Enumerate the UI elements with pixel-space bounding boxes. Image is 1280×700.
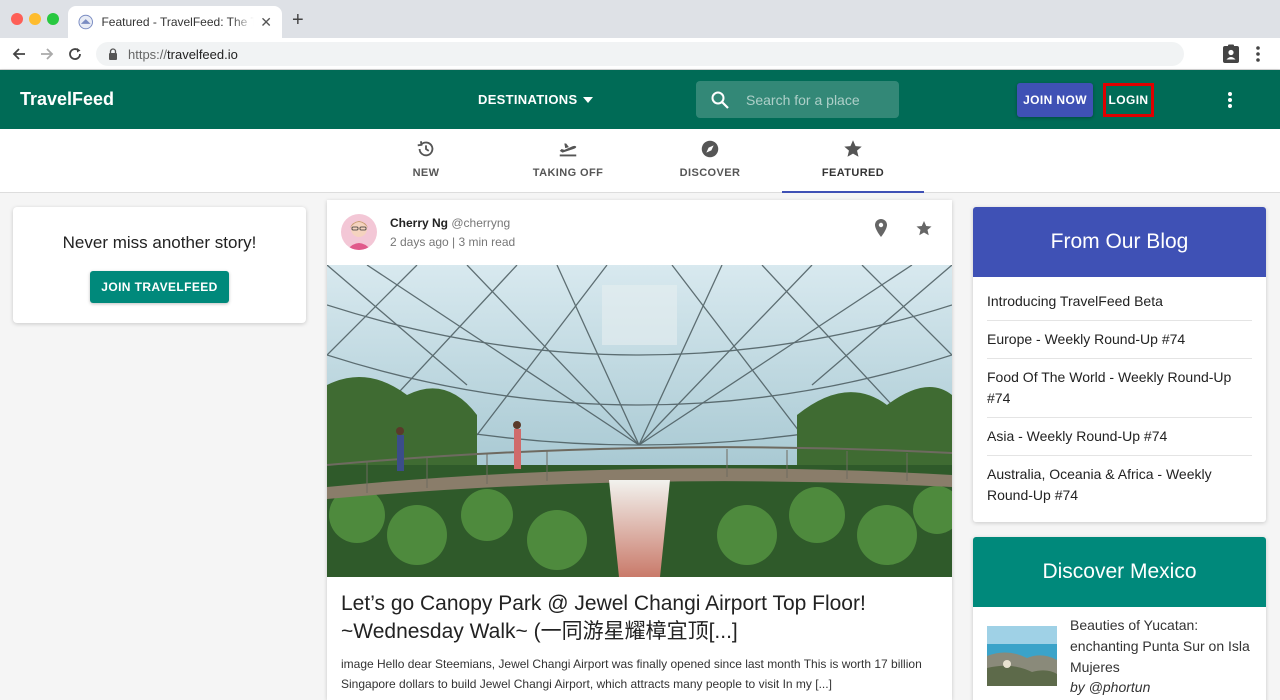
browser-tab-title: Featured - TravelFeed: The Travel Commun… [101,15,255,29]
url-protocol: https:// [128,46,168,62]
reload-icon[interactable] [65,44,85,64]
url-host: travelfeed.io [167,46,238,62]
signup-title: Never miss another story! [62,233,257,252]
login-button[interactable]: LOGIN [1103,83,1154,117]
blog-header: From Our Blog [973,207,1266,277]
post-title[interactable]: Let’s go Canopy Park @ Jewel Changi Airp… [341,590,941,646]
destinations-menu[interactable]: DESTINATIONS [478,92,594,107]
window-close-button[interactable] [11,13,23,25]
history-icon [417,141,434,157]
discover-post-title[interactable]: Beauties of Yucatan: enchanting Punta Su… [1070,615,1250,678]
tab-label: NEW [412,167,440,179]
tab-discover[interactable]: DISCOVER [639,129,781,193]
browser-tab[interactable]: Featured - TravelFeed: The Travel Commun… [68,6,282,38]
author-name: Cherry Ng [390,216,449,230]
blog-list: Introducing TravelFeed Beta Europe - Wee… [973,277,1266,514]
avatar[interactable] [341,214,377,250]
caret-down-icon [583,96,594,103]
star-icon [844,140,862,157]
url-bar[interactable]: https:// travelfeed.io [96,42,1184,66]
search-box[interactable] [696,81,899,118]
join-now-button[interactable]: JOIN NOW [1017,83,1093,117]
destinations-label: DESTINATIONS [478,92,578,107]
signup-card: Never miss another story! JOIN TRAVELFEE… [13,207,306,323]
post-meta: 2 days ago | 3 min read [390,235,516,249]
tab-taking-off[interactable]: TAKING OFF [497,129,639,193]
search-icon [711,91,729,109]
new-tab-button[interactable]: + [292,10,304,30]
discover-card: Discover Mexico Beauties of Yucatan: enc… [973,537,1266,700]
window-minimize-button[interactable] [29,13,41,25]
discover-thumbnail[interactable] [987,626,1057,686]
blog-card: From Our Blog Introducing TravelFeed Bet… [973,207,1266,522]
browser-menu-icon[interactable] [1254,44,1262,64]
tab-new[interactable]: NEW [355,129,497,193]
lock-icon [109,48,117,60]
tab-featured[interactable]: FEATURED [782,129,924,193]
forward-arrow-icon[interactable] [37,44,57,64]
post-author[interactable]: Cherry Ng @cherryng [390,216,510,230]
post-excerpt: image Hello dear Steemians, Jewel Changi… [341,657,922,691]
blog-item[interactable]: Australia, Oceania & Africa - Weekly Rou… [987,456,1252,514]
travelfeed-favicon-icon [78,14,93,30]
post-card: Cherry Ng @cherryng 2 days ago | 3 min r… [327,200,952,700]
contact-badge-icon[interactable] [1222,44,1240,64]
join-travelfeed-button[interactable]: JOIN TRAVELFEED [90,271,229,303]
search-input[interactable] [746,91,886,108]
blog-item[interactable]: Food Of The World - Weekly Round-Up #74 [987,359,1252,418]
close-icon[interactable]: ✕ [260,14,272,31]
tab-label: DISCOVER [679,167,741,179]
tab-label: TAKING OFF [532,167,604,179]
post-image[interactable] [327,265,952,577]
discover-post-author[interactable]: by @phortun [1070,679,1150,695]
more-vert-icon[interactable] [1226,90,1234,110]
brand-logo[interactable]: TravelFeed [20,89,114,110]
back-arrow-icon[interactable] [9,44,29,64]
flight-takeoff-icon [559,143,577,157]
feed-tabs: NEW TAKING OFF DISCOVER FEATURED [0,129,1280,193]
discover-header: Discover Mexico [973,537,1266,607]
star-icon[interactable] [914,219,934,238]
app-header: TravelFeed DESTINATIONS JOIN NOW LOGIN [0,70,1280,129]
blog-item[interactable]: Europe - Weekly Round-Up #74 [987,321,1252,359]
browser-tab-bar: Featured - TravelFeed: The Travel Commun… [0,0,1280,38]
compass-icon [701,140,719,158]
author-handle: @cherryng [451,216,511,230]
blog-item[interactable]: Asia - Weekly Round-Up #74 [987,418,1252,456]
window-maximize-button[interactable] [47,13,59,25]
tab-label: FEATURED [821,167,885,179]
avatar-image [341,214,377,250]
location-pin-icon[interactable] [873,218,889,238]
blog-item[interactable]: Introducing TravelFeed Beta [987,277,1252,321]
browser-address-bar: https:// travelfeed.io [0,38,1280,70]
